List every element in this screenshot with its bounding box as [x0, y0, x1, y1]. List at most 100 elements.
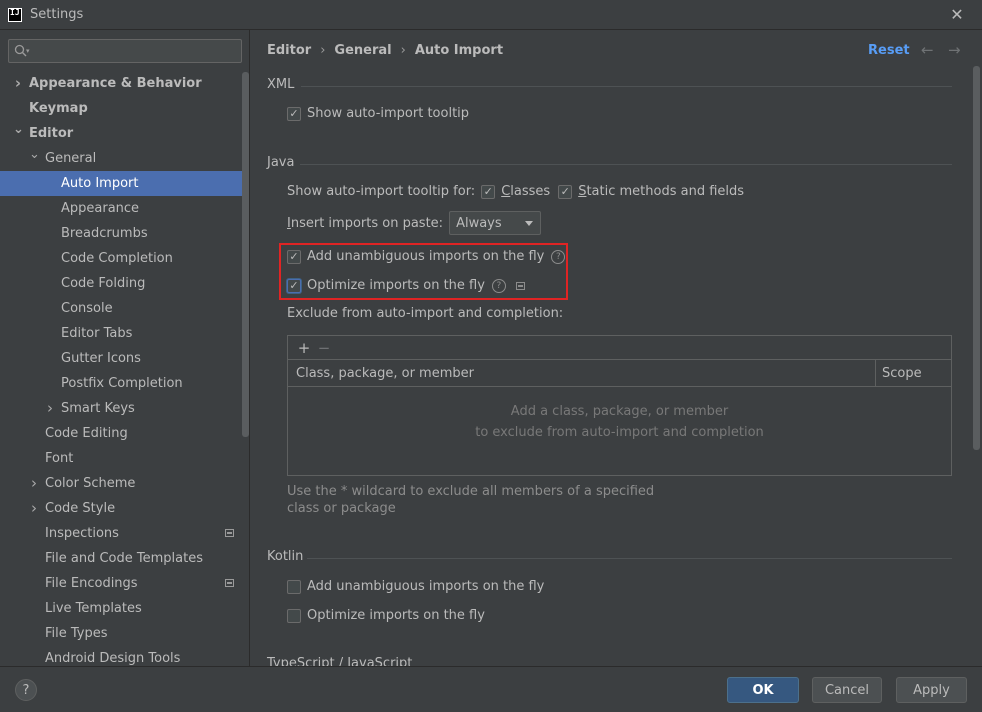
kotlin-add-unambiguous-checkbox[interactable] — [287, 579, 301, 594]
sidebar-item-code-folding[interactable]: Code Folding — [0, 271, 249, 296]
sidebar-item-label: File Types — [45, 626, 108, 641]
sidebar-item-console[interactable]: Console — [0, 296, 249, 321]
java-static-label: Static methods and fields — [578, 184, 745, 199]
chevron-right-icon[interactable]: › — [29, 471, 39, 496]
sidebar-item-live-templates[interactable]: Live Templates — [0, 596, 249, 621]
java-exclude-row: Exclude from auto-import and completion: — [287, 306, 563, 321]
java-add-unambiguous-checkbox[interactable]: ✓ — [287, 249, 301, 264]
java-insert-imports-value: Always — [456, 215, 502, 231]
sidebar-item-file-and-code-templates[interactable]: File and Code Templates — [0, 546, 249, 571]
sidebar-item-font[interactable]: Font — [0, 446, 249, 471]
sidebar-item-label: Code Folding — [61, 276, 146, 291]
window-title: Settings — [30, 7, 84, 22]
document-icon[interactable] — [515, 281, 525, 290]
sidebar-item-appearance[interactable]: Appearance — [0, 196, 249, 221]
settings-tree: › Appearance & Behavior Keymap ⌄ Editor ⌄ Gene… — [0, 71, 249, 666]
sidebar-item-general[interactable]: ⌄ General — [0, 146, 249, 171]
kotlin-optimize-label: Optimize imports on the fly — [307, 608, 485, 623]
forward-arrow-icon[interactable]: → — [948, 41, 961, 59]
sidebar-item-label: General — [45, 151, 97, 166]
sidebar-item-gutter-icons[interactable]: Gutter Icons — [0, 346, 249, 371]
sidebar-item-smart-keys[interactable]: › Smart Keys — [0, 396, 249, 421]
java-insert-imports-dropdown[interactable]: Always — [449, 211, 542, 235]
apply-button[interactable]: Apply — [896, 677, 967, 703]
sidebar-item-label: Appearance & Behavior — [29, 76, 202, 91]
search-input[interactable] — [33, 44, 234, 58]
java-insert-imports-label: Insert imports on paste: — [287, 215, 444, 231]
sidebar-item-label: Postfix Completion — [61, 376, 183, 391]
breadcrumb-editor: Editor — [267, 43, 312, 58]
kotlin-optimize-row: Optimize imports on the fly — [287, 608, 485, 623]
search-box[interactable]: ▾ — [8, 39, 242, 63]
close-icon[interactable]: ✕ — [948, 6, 966, 24]
section-kotlin-title: Kotlin — [267, 549, 304, 564]
sidebar-item-auto-import[interactable]: Auto Import — [0, 171, 249, 196]
sidebar-item-breadcrumbs[interactable]: Breadcrumbs — [0, 221, 249, 246]
section-xml-title: XML — [267, 77, 295, 92]
kotlin-optimize-checkbox[interactable] — [287, 608, 301, 623]
intellij-logo-icon: IJ — [8, 7, 22, 22]
wildcard-hint: Use the * wildcard to exclude all member… — [287, 484, 655, 516]
sidebar-item-label: Smart Keys — [61, 401, 135, 416]
sidebar-item-label: Color Scheme — [45, 476, 136, 491]
sidebar-item-file-types[interactable]: File Types — [0, 621, 249, 646]
java-classes-checkbox[interactable]: ✓ — [481, 184, 496, 199]
exclude-table-header: Class, package, or member Scope — [288, 360, 951, 387]
sidebar-item-appearance-behavior[interactable]: › Appearance & Behavior — [0, 71, 249, 96]
kotlin-add-unambiguous-label: Add unambiguous imports on the fly — [307, 579, 545, 594]
back-arrow-icon[interactable]: ← — [921, 41, 934, 59]
sidebar-scrollbar[interactable] — [242, 72, 249, 437]
breadcrumb-auto-import: Auto Import — [414, 43, 504, 58]
sidebar-item-color-scheme[interactable]: › Color Scheme — [0, 471, 249, 496]
sidebar-item-label: Appearance — [61, 201, 140, 216]
xml-show-tooltip-label: Show auto-import tooltip — [307, 106, 470, 121]
column-header-scope[interactable]: Scope — [876, 360, 951, 386]
java-optimize-checkbox[interactable]: ✓ — [287, 278, 301, 293]
chevron-down-icon[interactable]: ⌄ — [29, 142, 40, 167]
java-add-unambiguous-label: Add unambiguous imports on the fly — [307, 249, 545, 264]
chevron-down-icon[interactable]: ⌄ — [13, 117, 24, 142]
sidebar-item-label: Inspections — [45, 526, 119, 541]
cancel-button[interactable]: Cancel — [812, 677, 882, 703]
sidebar-item-label: Live Templates — [45, 601, 142, 616]
java-optimize-label: Optimize imports on the fly — [307, 278, 485, 293]
sidebar-item-code-completion[interactable]: Code Completion — [0, 246, 249, 271]
sidebar-item-editor-tabs[interactable]: Editor Tabs — [0, 321, 249, 346]
java-insert-imports-row: Insert imports on paste: Always — [287, 211, 542, 235]
chevron-down-icon — [525, 221, 534, 226]
add-icon[interactable]: + — [294, 339, 314, 357]
exclude-table: + − Class, package, or member Scope Add … — [287, 335, 952, 476]
section-divider — [307, 558, 952, 559]
empty-text-line2: to exclude from auto-import and completi… — [475, 425, 764, 440]
settings-content: Editor › General › Auto Import Reset ← →… — [251, 30, 982, 666]
sidebar-item-inspections[interactable]: Inspections — [0, 521, 249, 546]
sidebar-item-label: Code Completion — [61, 251, 173, 266]
help-icon[interactable]: ? — [491, 278, 506, 293]
project-settings-icon — [225, 579, 234, 587]
column-header-class[interactable]: Class, package, or member — [288, 360, 876, 386]
sidebar-item-label: Keymap — [29, 101, 88, 116]
section-divider — [300, 164, 952, 165]
xml-show-tooltip-checkbox[interactable]: ✓ — [287, 106, 301, 121]
sidebar-item-label: File Encodings — [45, 576, 138, 591]
sidebar-item-keymap[interactable]: Keymap — [0, 96, 249, 121]
sidebar-item-label: Console — [61, 301, 113, 316]
help-button[interactable]: ? — [15, 679, 37, 701]
remove-icon[interactable]: − — [314, 339, 334, 357]
exclude-table-toolbar: + − — [288, 336, 951, 360]
java-static-checkbox[interactable]: ✓ — [558, 184, 573, 199]
help-icon[interactable]: ? — [551, 249, 566, 264]
chevron-right-icon[interactable]: › — [13, 71, 23, 96]
sidebar-item-postfix-completion[interactable]: Postfix Completion — [0, 371, 249, 396]
sidebar-item-code-editing[interactable]: Code Editing — [0, 421, 249, 446]
reset-link[interactable]: Reset — [868, 43, 910, 58]
search-dropdown-icon[interactable]: ▾ — [26, 47, 30, 55]
sidebar-item-file-encodings[interactable]: File Encodings — [0, 571, 249, 596]
sidebar-item-label: Gutter Icons — [61, 351, 141, 366]
chevron-right-icon[interactable]: › — [45, 396, 55, 421]
content-scrollbar[interactable] — [973, 66, 980, 450]
chevron-right-icon[interactable]: › — [29, 496, 39, 521]
sidebar-item-code-style[interactable]: › Code Style — [0, 496, 249, 521]
ok-button[interactable]: OK — [727, 677, 799, 703]
sidebar-item-android-design-tools[interactable]: Android Design Tools — [0, 646, 249, 666]
